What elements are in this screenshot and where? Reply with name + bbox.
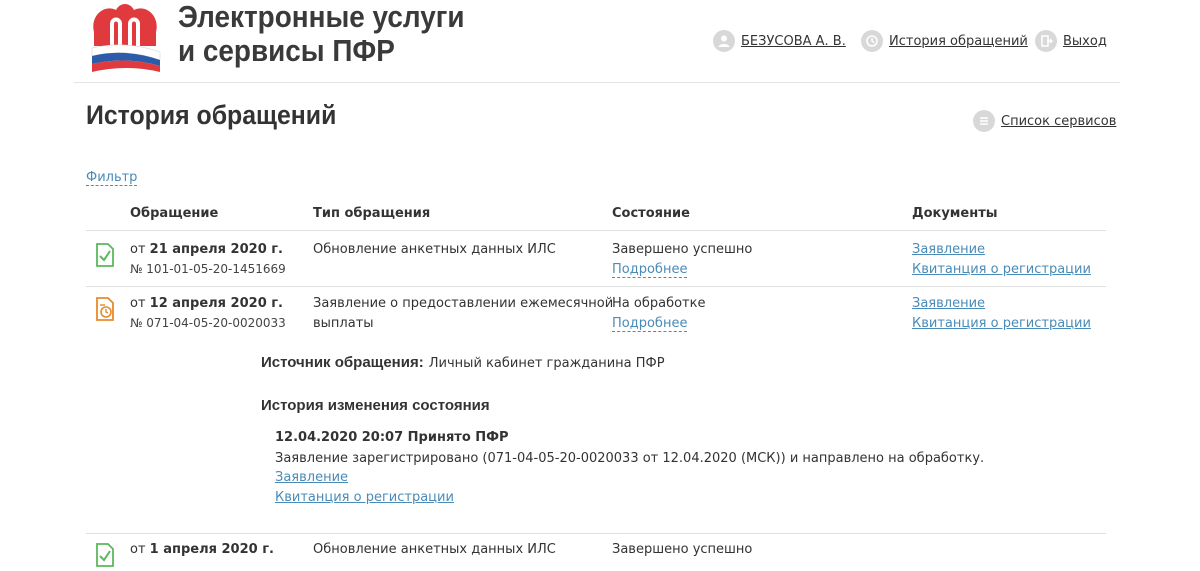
table-divider — [86, 286, 1106, 287]
table-row-1-doc-receipt[interactable]: Квитанция о регистрации — [912, 262, 1091, 277]
column-header-documents: Документы — [912, 206, 998, 221]
document-check-icon — [95, 243, 115, 271]
status-event-doc-receipt[interactable]: Квитанция о регистрации — [275, 490, 454, 505]
table-row-2-doc-receipt[interactable]: Квитанция о регистрации — [912, 316, 1091, 331]
status-event-text: Заявление зарегистрировано (071-04-05-20… — [275, 451, 985, 466]
pfr-logo[interactable] — [86, 2, 164, 74]
document-check-icon — [95, 543, 115, 571]
status-event-title: 12.04.2020 20:07 Принято ПФР — [275, 430, 509, 445]
filter-link[interactable]: Фильтр — [86, 170, 138, 186]
logout-icon — [1035, 30, 1057, 52]
column-header-request: Обращение — [130, 206, 219, 221]
site-title-line2: и сервисы ПФР — [178, 33, 395, 68]
table-row-1-date: от 21 апреля 2020 г. — [130, 242, 283, 257]
table-row-1-type: Обновление анкетных данных ИЛС — [313, 242, 556, 257]
status-event-doc-application[interactable]: Заявление — [275, 470, 348, 485]
table-divider — [86, 533, 1106, 534]
table-divider — [86, 230, 1106, 231]
request-source: Источник обращения: Личный кабинет гражд… — [261, 352, 665, 371]
header-divider — [74, 82, 1120, 83]
table-row-2-status: На обработке — [612, 296, 706, 311]
user-profile-link[interactable]: БЕЗУСОВА А. В. — [713, 28, 846, 54]
table-row-3-date: от 1 апреля 2020 г. — [130, 542, 274, 557]
table-row-1-status: Завершено успешно — [612, 242, 753, 257]
table-row-3-status: Завершено успешно — [612, 542, 753, 557]
history-header-link[interactable]: История обращений — [861, 28, 1028, 54]
table-row-2-details-link[interactable]: Подробнее — [612, 316, 688, 332]
history-link-label[interactable]: История обращений — [889, 34, 1028, 49]
list-icon — [973, 110, 995, 132]
logout-link[interactable]: Выход — [1035, 28, 1107, 54]
table-row-2-doc-application[interactable]: Заявление — [912, 296, 985, 311]
table-row-2-number: № 071-04-05-20-0020033 — [130, 316, 286, 330]
user-icon — [713, 30, 735, 52]
table-row-1-details-link[interactable]: Подробнее — [612, 262, 688, 278]
services-list-link[interactable]: Список сервисов — [973, 110, 1116, 132]
request-source-value: Личный кабинет гражданина ПФР — [428, 356, 665, 371]
site-title: Электронные услуги и сервисы ПФР — [178, 0, 465, 68]
table-row-2-type-line2: выплаты — [313, 316, 374, 331]
site-title-line1: Электронные услуги — [178, 0, 465, 34]
services-list-label[interactable]: Список сервисов — [1001, 114, 1116, 129]
document-clock-icon — [95, 297, 115, 325]
user-name[interactable]: БЕЗУСОВА А. В. — [741, 34, 846, 49]
logout-label[interactable]: Выход — [1063, 34, 1107, 49]
column-header-type: Тип обращения — [313, 206, 431, 221]
status-history-title: История изменения состояния — [261, 397, 490, 414]
table-row-2-type-line1: Заявление о предоставлении ежемесячной — [313, 296, 614, 311]
table-row-2-date: от 12 апреля 2020 г. — [130, 296, 283, 311]
table-row-1-doc-application[interactable]: Заявление — [912, 242, 985, 257]
request-source-label: Источник обращения: — [261, 354, 424, 371]
history-icon — [861, 30, 883, 52]
table-row-1-number: № 101-01-05-20-1451669 — [130, 262, 286, 276]
page-title: История обращений — [86, 100, 337, 130]
table-row-3-type: Обновление анкетных данных ИЛС — [313, 542, 556, 557]
column-header-status: Состояние — [612, 206, 690, 221]
